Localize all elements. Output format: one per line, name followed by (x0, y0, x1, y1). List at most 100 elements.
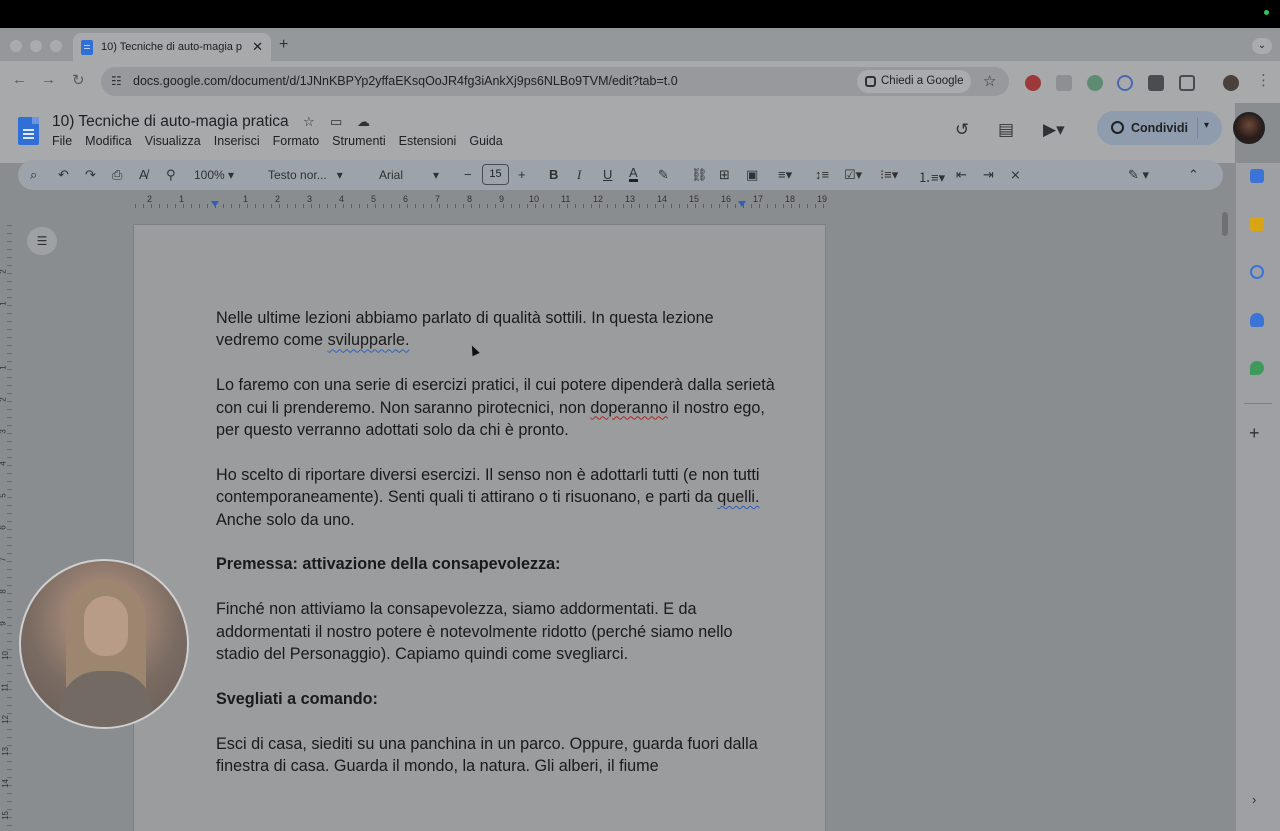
close-window-button[interactable] (10, 40, 22, 52)
reload-icon[interactable]: ↻ (72, 71, 85, 89)
increase-indent-icon[interactable]: ⇥ (983, 167, 994, 183)
get-addons-icon[interactable]: + (1249, 423, 1260, 444)
document-scrollbar[interactable] (1222, 212, 1228, 236)
undo-icon[interactable]: ↶ (58, 167, 69, 183)
editing-mode-icon[interactable]: ✎ ▾ (1128, 167, 1149, 183)
vruler-label: 15 (0, 811, 10, 820)
url-text[interactable]: docs.google.com/document/d/1JNnKBPYp2yff… (133, 74, 678, 88)
menu-insert[interactable]: Inserisci (214, 134, 260, 148)
move-folder-icon[interactable]: ▭ (330, 114, 342, 130)
ruler-label: 18 (785, 194, 796, 204)
font-size-input[interactable]: 15 (482, 164, 509, 185)
spellcheck-icon[interactable]: A̸ (139, 167, 148, 182)
tab-search-button[interactable]: ⌄ (1252, 38, 1272, 54)
checklist-icon[interactable]: ☑▾ (844, 167, 862, 183)
right-indent-marker[interactable] (738, 201, 746, 207)
menu-file[interactable]: File (52, 134, 72, 148)
keep-icon[interactable] (1250, 217, 1264, 231)
version-history-icon[interactable]: ↺ (955, 120, 969, 140)
menu-edit[interactable]: Modifica (85, 134, 132, 148)
italic-icon[interactable]: I (577, 167, 581, 183)
underline-icon[interactable]: U (603, 167, 612, 182)
menu-format[interactable]: Formato (273, 134, 320, 148)
tasks-icon[interactable] (1250, 265, 1264, 279)
decrease-indent-icon[interactable]: ⇤ (956, 167, 967, 183)
bulleted-list-icon[interactable]: ⁝≡▾ (880, 167, 898, 183)
docs-logo-icon[interactable] (18, 117, 39, 145)
decrease-font-size-icon[interactable]: − (464, 167, 472, 182)
search-menus-icon[interactable]: ⌕ (30, 167, 37, 183)
document-body[interactable]: Nelle ultime lezioni abbiamo parlato di … (216, 307, 776, 800)
clear-formatting-icon[interactable]: ⨯ (1010, 167, 1021, 183)
highlight-color-icon[interactable]: ✎ (658, 167, 669, 183)
omnibox[interactable]: ☷ docs.google.com/document/d/1JNnKBPYp2y… (101, 67, 1009, 96)
formatting-toolbar: ⌕ ↶ ↷ ⎙ A̸ ⚲ 100% ▾ Testo nor... ▾ Arial… (18, 160, 1223, 190)
vruler-label: 10 (0, 651, 10, 660)
text-color-icon[interactable]: A (629, 166, 638, 182)
bold-icon[interactable]: B (549, 167, 558, 182)
document-page[interactable]: Nelle ultime lezioni abbiamo parlato di … (133, 224, 826, 831)
document-title[interactable]: 10) Tecniche di auto-magia pratica (52, 113, 289, 131)
new-tab-icon[interactable]: + (279, 36, 288, 54)
share-dropdown-icon[interactable]: ▾ (1204, 120, 1209, 131)
browser-menu-icon[interactable]: ⋮ (1256, 71, 1271, 89)
paint-format-icon[interactable]: ⚲ (166, 167, 176, 183)
camera-extension-icon[interactable] (1056, 75, 1072, 91)
add-comment-icon[interactable]: ⊞ (719, 167, 730, 183)
numbered-list-icon[interactable]: ⒈≡▾ (918, 167, 945, 186)
extension-icon[interactable] (1087, 75, 1103, 91)
font-select[interactable]: Arial ▾ (379, 168, 439, 182)
print-icon[interactable]: ⎙ (112, 167, 122, 183)
maximize-window-button[interactable] (50, 40, 62, 52)
menu-view[interactable]: Visualizza (145, 134, 201, 148)
share-button[interactable]: Condividi ▾ (1097, 111, 1222, 145)
bookmark-star-icon[interactable]: ☆ (983, 72, 996, 90)
site-info-icon[interactable]: ☷ (111, 74, 122, 88)
spelling-flagged-word[interactable]: doperanno (590, 399, 667, 417)
ruler-label: 2 (275, 194, 281, 204)
contacts-icon[interactable] (1250, 313, 1264, 327)
hide-menus-icon[interactable]: ⌃ (1188, 167, 1199, 183)
back-icon[interactable]: ← (12, 71, 27, 88)
extension-icon[interactable] (1148, 75, 1164, 91)
comments-icon[interactable]: ▤ (998, 120, 1014, 140)
profile-avatar[interactable] (1223, 75, 1239, 91)
style-value: Testo nor... (268, 168, 327, 182)
maps-icon[interactable] (1250, 361, 1264, 375)
menu-tools[interactable]: Strumenti (332, 134, 386, 148)
forward-icon[interactable]: → (41, 71, 56, 88)
browser-tab[interactable]: 10) Tecniche di auto-magia p ✕ (73, 33, 271, 61)
align-icon[interactable]: ≡▾ (778, 167, 792, 183)
star-icon[interactable]: ☆ (303, 114, 315, 130)
ruler-label: 1 (243, 194, 249, 204)
vruler-label: 4 (0, 461, 8, 465)
extension-icon[interactable] (1025, 75, 1041, 91)
left-indent-marker[interactable] (211, 201, 219, 207)
style-select[interactable]: Testo nor... ▾ (268, 168, 343, 182)
show-side-panel-icon[interactable]: › (1252, 792, 1256, 807)
vruler-label: 12 (0, 715, 10, 724)
insert-link-icon[interactable]: ⛓ (691, 167, 708, 183)
meet-icon[interactable]: ▶▾ (1043, 120, 1065, 140)
grammar-flagged-word[interactable]: svilupparle. (328, 331, 410, 349)
cloud-status-icon[interactable]: ☁ (357, 114, 370, 130)
insert-image-icon[interactable]: ▣ (746, 167, 758, 183)
line-spacing-icon[interactable]: ↕≡ (815, 167, 829, 182)
link-extension-icon[interactable] (1117, 75, 1133, 91)
ruler-label: 12 (593, 194, 604, 204)
menu-help[interactable]: Guida (469, 134, 502, 148)
ask-google-button[interactable]: Chiedi a Google (857, 70, 972, 93)
account-avatar[interactable] (1233, 112, 1265, 144)
grammar-flagged-word[interactable]: quelli. (717, 488, 759, 506)
redo-icon[interactable]: ↷ (85, 167, 96, 183)
extensions-puzzle-icon[interactable] (1179, 75, 1195, 91)
paragraph-text: Ho scelto di riportare diversi esercizi.… (216, 465, 760, 507)
increase-font-size-icon[interactable]: + (518, 167, 526, 182)
section-heading: Svegliati a comando: (216, 689, 378, 708)
minimize-window-button[interactable] (30, 40, 42, 52)
document-outline-button[interactable]: ☰ (27, 227, 57, 255)
close-tab-icon[interactable]: ✕ (252, 39, 263, 55)
menu-extensions[interactable]: Estensioni (399, 134, 457, 148)
zoom-select[interactable]: 100% ▾ (194, 168, 234, 182)
calendar-icon[interactable] (1250, 169, 1264, 183)
